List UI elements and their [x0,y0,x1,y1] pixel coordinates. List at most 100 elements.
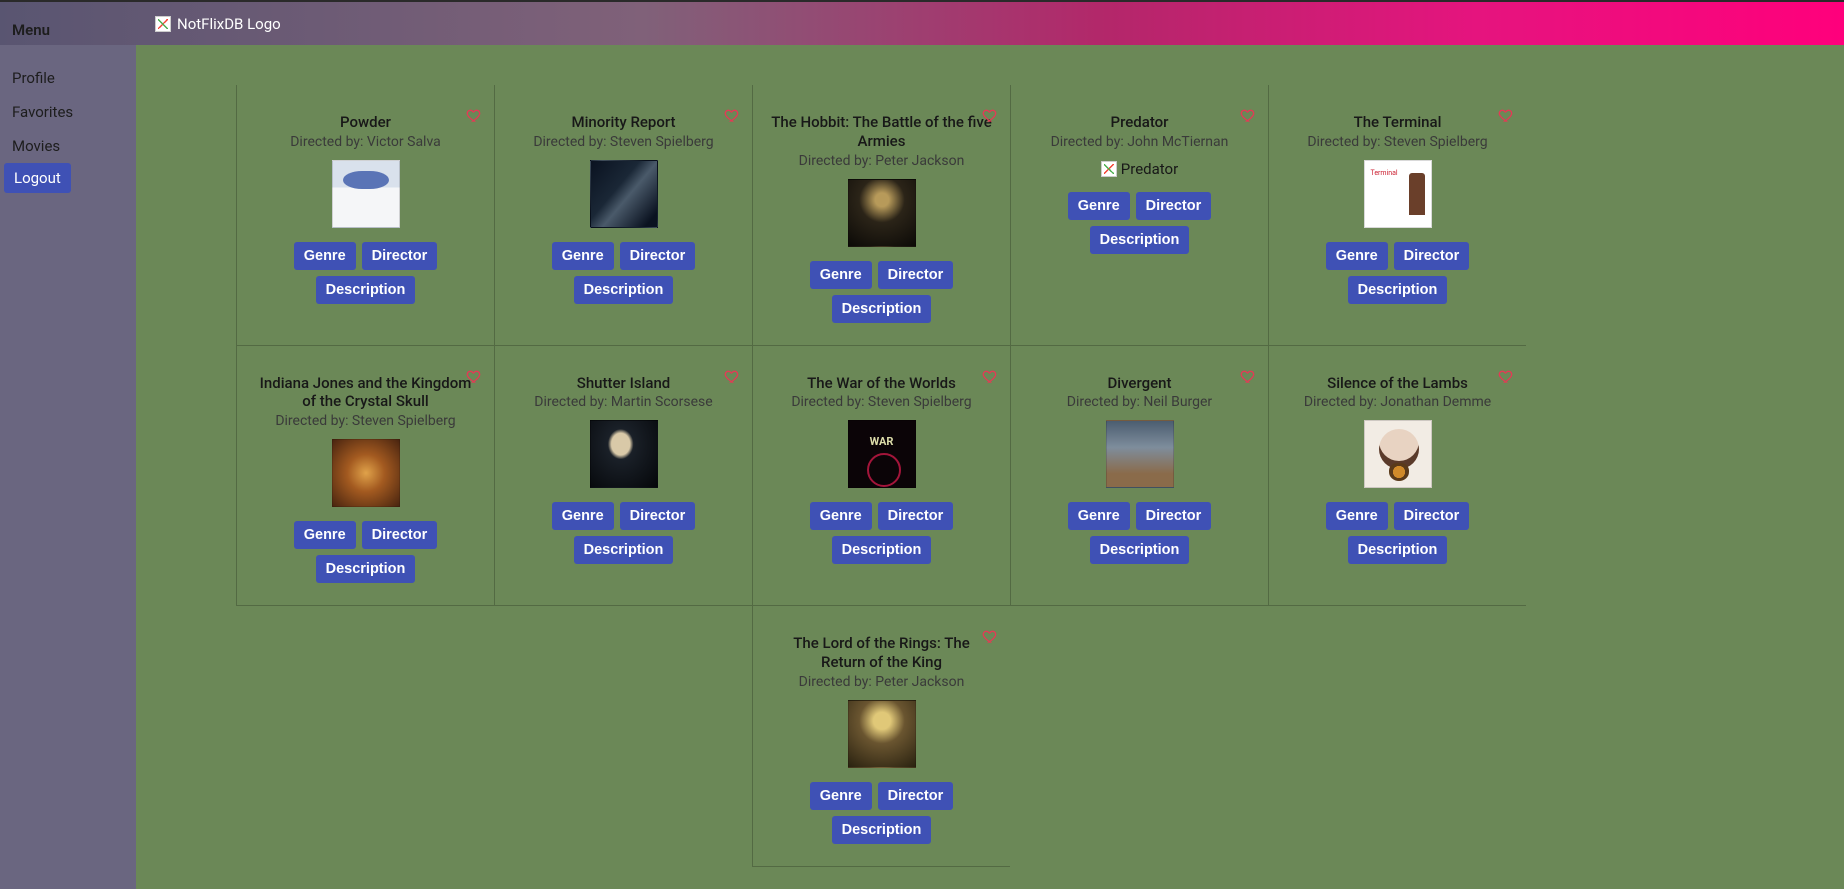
favorite-heart-icon[interactable] [982,107,998,127]
description-button[interactable]: Description [832,816,932,844]
movie-poster [848,420,916,488]
movie-card: Shutter IslandDirected by: Martin Scorse… [494,346,752,607]
movie-title: Powder [255,113,476,132]
genre-button[interactable]: Genre [552,242,614,270]
movie-grid: PowderDirected by: Victor SalvaGenreDire… [236,85,1794,867]
director-button[interactable]: Director [620,242,696,270]
movie-director: Directed by: Steven Spielberg [513,134,734,150]
sidebar: Menu ProfileFavoritesMoviesLogout [0,45,136,889]
movie-poster [332,160,400,228]
favorite-heart-icon[interactable] [1498,368,1514,388]
genre-button[interactable]: Genre [810,261,872,289]
broken-image-icon [1101,161,1117,177]
sidebar-item-logout[interactable]: Logout [4,163,71,193]
description-button[interactable]: Description [832,536,932,564]
description-button[interactable]: Description [574,276,674,304]
movie-director: Directed by: Neil Burger [1029,394,1250,410]
logo-alt-text: NotFlixDB Logo [177,15,281,33]
description-button[interactable]: Description [316,276,416,304]
movie-card: Silence of the LambsDirected by: Jonatha… [1268,346,1526,607]
movie-title: The War of the Worlds [771,374,992,393]
genre-button[interactable]: Genre [810,782,872,810]
movie-director: Directed by: Jonathan Demme [1287,394,1508,410]
movie-poster [1364,160,1432,228]
movie-poster [590,420,658,488]
main-content: PowderDirected by: Victor SalvaGenreDire… [136,45,1844,889]
description-button[interactable]: Description [574,536,674,564]
movie-card: Powder Directed by: Victor Salva GenreDire… [236,85,494,346]
genre-button[interactable]: Genre [1068,502,1130,530]
director-button[interactable]: Director [1136,192,1212,220]
director-button[interactable]: Director [878,502,954,530]
description-button[interactable]: Description [832,295,932,323]
director-button[interactable]: Director [878,261,954,289]
movie-title: Silence of the Lambs [1287,374,1508,393]
favorite-heart-icon[interactable] [1240,107,1256,127]
movie-title: Predator [1029,113,1250,132]
director-button[interactable]: Director [1136,502,1212,530]
genre-button[interactable]: Genre [294,242,356,270]
director-button[interactable]: Director [878,782,954,810]
genre-button[interactable]: Genre [1326,502,1388,530]
sidebar-item-movies[interactable]: Movies [0,129,136,163]
favorite-heart-icon[interactable] [724,368,740,388]
movie-poster [1106,420,1174,488]
movie-card: The Hobbit: The Battle of the five Armie… [752,85,1010,346]
movie-title: Minority Report [513,113,734,132]
genre-button[interactable]: Genre [810,502,872,530]
sidebar-item-profile[interactable]: Profile [0,61,136,95]
movie-director: Directed by: Peter Jackson [771,674,992,690]
movie-director: Directed by: Victor Salva [255,134,476,150]
genre-button[interactable]: Genre [552,502,614,530]
top-header: NotFlixDB Logo [0,0,1844,45]
movie-director: Directed by: Martin Scorsese [513,394,734,410]
movie-poster [332,439,400,507]
movie-card: DivergentDirected by: Neil Burger GenreDi… [1010,346,1268,607]
description-button[interactable]: Description [1348,536,1448,564]
broken-image-icon [155,16,171,32]
movie-director: Directed by: Steven Spielberg [255,413,476,429]
sidebar-item-favorites[interactable]: Favorites [0,95,136,129]
movie-title: Divergent [1029,374,1250,393]
director-button[interactable]: Director [620,502,696,530]
description-button[interactable]: Description [1348,276,1448,304]
description-button[interactable]: Description [316,555,416,583]
movie-title: Shutter Island [513,374,734,393]
description-button[interactable]: Description [1090,226,1190,254]
movie-poster [1364,420,1432,488]
favorite-heart-icon[interactable] [466,107,482,127]
movie-title: The Hobbit: The Battle of the five Armie… [771,113,992,151]
sidebar-title: Menu [0,21,136,39]
movie-director: Directed by: Steven Spielberg [771,394,992,410]
movie-title: The Lord of the Rings: The Return of the… [771,634,992,672]
director-button[interactable]: Director [362,242,438,270]
movie-title: The Terminal [1287,113,1508,132]
director-button[interactable]: Director [1394,502,1470,530]
movie-poster-broken: Predator [1101,160,1178,178]
favorite-heart-icon[interactable] [1240,368,1256,388]
movie-card: Minority Report Directed by: Steven Spiel… [494,85,752,346]
movie-poster [590,160,658,228]
favorite-heart-icon[interactable] [982,628,998,648]
movie-director: Directed by: Steven Spielberg [1287,134,1508,150]
favorite-heart-icon[interactable] [982,368,998,388]
director-button[interactable]: Director [362,521,438,549]
genre-button[interactable]: Genre [1068,192,1130,220]
genre-button[interactable]: Genre [294,521,356,549]
description-button[interactable]: Description [1090,536,1190,564]
movie-card: The War of the WorldsDirected by: Steven… [752,346,1010,607]
favorite-heart-icon[interactable] [466,368,482,388]
favorite-heart-icon[interactable] [724,107,740,127]
director-button[interactable]: Director [1394,242,1470,270]
logo[interactable]: NotFlixDB Logo [155,15,281,33]
movie-title: Indiana Jones and the Kingdom of the Cry… [255,374,476,412]
genre-button[interactable]: Genre [1326,242,1388,270]
favorite-heart-icon[interactable] [1498,107,1514,127]
movie-card: Indiana Jones and the Kingdom of the Cry… [236,346,494,607]
movie-poster [848,700,916,768]
movie-director: Directed by: Peter Jackson [771,153,992,169]
movie-card: PredatorDirected by: John McTiernanPreda… [1010,85,1268,346]
movie-poster-alt: Predator [1121,160,1178,178]
movie-poster [848,179,916,247]
movie-card: The Lord of the Rings: The Return of the… [752,606,1010,867]
